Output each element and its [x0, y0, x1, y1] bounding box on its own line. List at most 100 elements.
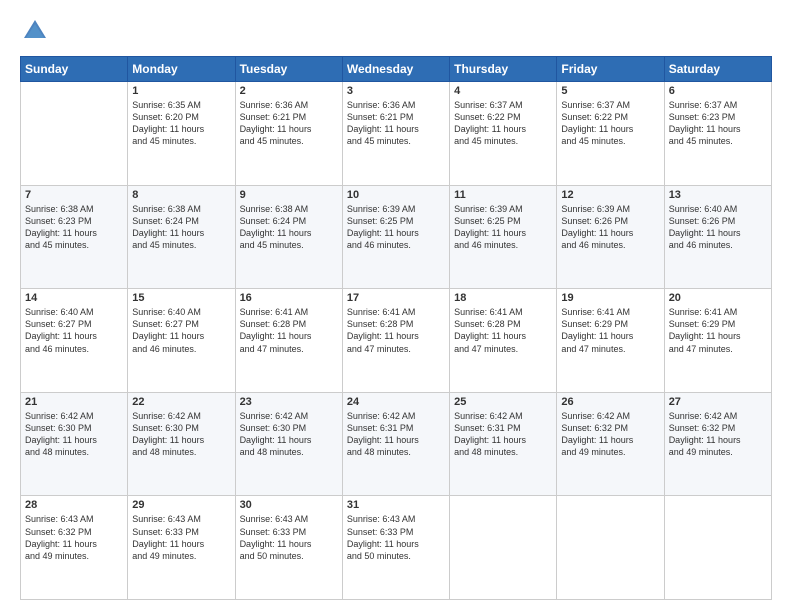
- cell-info: Sunrise: 6:41 AMSunset: 6:28 PMDaylight:…: [347, 306, 445, 355]
- cell-info: Sunrise: 6:40 AMSunset: 6:27 PMDaylight:…: [25, 306, 123, 355]
- day-number: 9: [240, 189, 338, 201]
- day-number: 27: [669, 396, 767, 408]
- calendar-cell: 6Sunrise: 6:37 AMSunset: 6:23 PMDaylight…: [664, 82, 771, 186]
- calendar-cell: 8 Sunrise: 6:38 AMSunset: 6:24 PMDaylight…: [128, 185, 235, 289]
- cell-info: Sunrise: 6:37 AMSunset: 6:22 PMDaylight:…: [561, 99, 659, 148]
- header-day-tuesday: Tuesday: [235, 57, 342, 82]
- cell-info: Sunrise: 6:41 AMSunset: 6:29 PMDaylight:…: [669, 306, 767, 355]
- day-number: 1: [132, 85, 230, 97]
- calendar-cell: 25 Sunrise: 6:42 AMSunset: 6:31 PMDayligh…: [450, 392, 557, 496]
- cell-info: Sunrise: 6:39 AMSunset: 6:25 PMDaylight:…: [454, 203, 552, 252]
- calendar-cell: 28 Sunrise: 6:43 AMSunset: 6:32 PMDayligh…: [21, 496, 128, 600]
- day-number: 25: [454, 396, 552, 408]
- cell-info: Sunrise: 6:41 AMSunset: 6:29 PMDaylight:…: [561, 306, 659, 355]
- calendar-cell: 10 Sunrise: 6:39 AMSunset: 6:25 PMDayligh…: [342, 185, 449, 289]
- calendar-cell: 12 Sunrise: 6:39 AMSunset: 6:26 PMDayligh…: [557, 185, 664, 289]
- cell-info: Sunrise: 6:43 AMSunset: 6:32 PMDaylight:…: [25, 513, 123, 562]
- calendar-cell: 11 Sunrise: 6:39 AMSunset: 6:25 PMDayligh…: [450, 185, 557, 289]
- calendar-cell: 30 Sunrise: 6:43 AMSunset: 6:33 PMDayligh…: [235, 496, 342, 600]
- cell-info: Sunrise: 6:37 AMSunset: 6:23 PMDaylight:…: [669, 99, 767, 148]
- calendar-cell: 21 Sunrise: 6:42 AMSunset: 6:30 PMDayligh…: [21, 392, 128, 496]
- calendar-cell: 14 Sunrise: 6:40 AMSunset: 6:27 PMDayligh…: [21, 289, 128, 393]
- cell-info: Sunrise: 6:39 AMSunset: 6:26 PMDaylight:…: [561, 203, 659, 252]
- cell-info: Sunrise: 6:37 AMSunset: 6:22 PMDaylight:…: [454, 99, 552, 148]
- day-number: 5: [561, 85, 659, 97]
- header: [20, 16, 772, 46]
- day-number: 11: [454, 189, 552, 201]
- header-day-wednesday: Wednesday: [342, 57, 449, 82]
- header-day-monday: Monday: [128, 57, 235, 82]
- calendar-cell: 13 Sunrise: 6:40 AMSunset: 6:26 PMDayligh…: [664, 185, 771, 289]
- calendar-cell: 5 Sunrise: 6:37 AMSunset: 6:22 PMDaylight…: [557, 82, 664, 186]
- calendar-header-row: SundayMondayTuesdayWednesdayThursdayFrid…: [21, 57, 772, 82]
- calendar-cell: 4 Sunrise: 6:37 AMSunset: 6:22 PMDaylight…: [450, 82, 557, 186]
- day-number: 14: [25, 292, 123, 304]
- logo-icon: [20, 16, 50, 46]
- calendar-cell: 20 Sunrise: 6:41 AMSunset: 6:29 PMDayligh…: [664, 289, 771, 393]
- calendar-cell: 24Sunrise: 6:42 AMSunset: 6:31 PMDayligh…: [342, 392, 449, 496]
- calendar-week-4: 21 Sunrise: 6:42 AMSunset: 6:30 PMDayligh…: [21, 392, 772, 496]
- day-number: 8: [132, 189, 230, 201]
- day-number: 26: [561, 396, 659, 408]
- cell-info: Sunrise: 6:42 AMSunset: 6:30 PMDaylight:…: [25, 410, 123, 459]
- header-day-thursday: Thursday: [450, 57, 557, 82]
- calendar-cell: 29Sunrise: 6:43 AMSunset: 6:33 PMDayligh…: [128, 496, 235, 600]
- calendar-cell: [557, 496, 664, 600]
- cell-info: Sunrise: 6:42 AMSunset: 6:31 PMDaylight:…: [454, 410, 552, 459]
- calendar-cell: 27 Sunrise: 6:42 AMSunset: 6:32 PMDayligh…: [664, 392, 771, 496]
- calendar-cell: 22Sunrise: 6:42 AMSunset: 6:30 PMDayligh…: [128, 392, 235, 496]
- calendar-week-3: 14 Sunrise: 6:40 AMSunset: 6:27 PMDayligh…: [21, 289, 772, 393]
- day-number: 4: [454, 85, 552, 97]
- calendar-cell: [450, 496, 557, 600]
- cell-info: Sunrise: 6:39 AMSunset: 6:25 PMDaylight:…: [347, 203, 445, 252]
- cell-info: Sunrise: 6:43 AMSunset: 6:33 PMDaylight:…: [240, 513, 338, 562]
- cell-info: Sunrise: 6:43 AMSunset: 6:33 PMDaylight:…: [132, 513, 230, 562]
- day-number: 13: [669, 189, 767, 201]
- day-number: 2: [240, 85, 338, 97]
- header-day-saturday: Saturday: [664, 57, 771, 82]
- cell-info: Sunrise: 6:40 AMSunset: 6:26 PMDaylight:…: [669, 203, 767, 252]
- calendar-cell: 18 Sunrise: 6:41 AMSunset: 6:28 PMDayligh…: [450, 289, 557, 393]
- cell-info: Sunrise: 6:42 AMSunset: 6:32 PMDaylight:…: [669, 410, 767, 459]
- day-number: 21: [25, 396, 123, 408]
- day-number: 20: [669, 292, 767, 304]
- cell-info: Sunrise: 6:42 AMSunset: 6:30 PMDaylight:…: [132, 410, 230, 459]
- cell-info: Sunrise: 6:38 AMSunset: 6:23 PMDaylight:…: [25, 203, 123, 252]
- header-day-sunday: Sunday: [21, 57, 128, 82]
- day-number: 28: [25, 499, 123, 511]
- day-number: 24: [347, 396, 445, 408]
- cell-info: Sunrise: 6:38 AMSunset: 6:24 PMDaylight:…: [240, 203, 338, 252]
- day-number: 19: [561, 292, 659, 304]
- calendar-cell: 16Sunrise: 6:41 AMSunset: 6:28 PMDayligh…: [235, 289, 342, 393]
- calendar-cell: 26 Sunrise: 6:42 AMSunset: 6:32 PMDayligh…: [557, 392, 664, 496]
- calendar-cell: [21, 82, 128, 186]
- cell-info: Sunrise: 6:42 AMSunset: 6:30 PMDaylight:…: [240, 410, 338, 459]
- cell-info: Sunrise: 6:36 AMSunset: 6:21 PMDaylight:…: [347, 99, 445, 148]
- calendar-cell: 7 Sunrise: 6:38 AMSunset: 6:23 PMDaylight…: [21, 185, 128, 289]
- calendar-cell: 31 Sunrise: 6:43 AMSunset: 6:33 PMDayligh…: [342, 496, 449, 600]
- day-number: 10: [347, 189, 445, 201]
- calendar-cell: 15 Sunrise: 6:40 AMSunset: 6:27 PMDayligh…: [128, 289, 235, 393]
- cell-info: Sunrise: 6:38 AMSunset: 6:24 PMDaylight:…: [132, 203, 230, 252]
- calendar-cell: 3Sunrise: 6:36 AMSunset: 6:21 PMDaylight…: [342, 82, 449, 186]
- calendar-cell: [664, 496, 771, 600]
- cell-info: Sunrise: 6:41 AMSunset: 6:28 PMDaylight:…: [240, 306, 338, 355]
- cell-info: Sunrise: 6:41 AMSunset: 6:28 PMDaylight:…: [454, 306, 552, 355]
- day-number: 30: [240, 499, 338, 511]
- cell-info: Sunrise: 6:42 AMSunset: 6:32 PMDaylight:…: [561, 410, 659, 459]
- calendar-cell: 17 Sunrise: 6:41 AMSunset: 6:28 PMDayligh…: [342, 289, 449, 393]
- day-number: 31: [347, 499, 445, 511]
- day-number: 17: [347, 292, 445, 304]
- day-number: 15: [132, 292, 230, 304]
- calendar-cell: 23Sunrise: 6:42 AMSunset: 6:30 PMDayligh…: [235, 392, 342, 496]
- cell-info: Sunrise: 6:43 AMSunset: 6:33 PMDaylight:…: [347, 513, 445, 562]
- calendar-week-1: 1Sunrise: 6:35 AMSunset: 6:20 PMDaylight…: [21, 82, 772, 186]
- logo: [20, 16, 54, 46]
- calendar-cell: 9 Sunrise: 6:38 AMSunset: 6:24 PMDaylight…: [235, 185, 342, 289]
- day-number: 12: [561, 189, 659, 201]
- day-number: 7: [25, 189, 123, 201]
- cell-info: Sunrise: 6:40 AMSunset: 6:27 PMDaylight:…: [132, 306, 230, 355]
- page: SundayMondayTuesdayWednesdayThursdayFrid…: [0, 0, 792, 612]
- calendar-cell: 2Sunrise: 6:36 AMSunset: 6:21 PMDaylight…: [235, 82, 342, 186]
- day-number: 18: [454, 292, 552, 304]
